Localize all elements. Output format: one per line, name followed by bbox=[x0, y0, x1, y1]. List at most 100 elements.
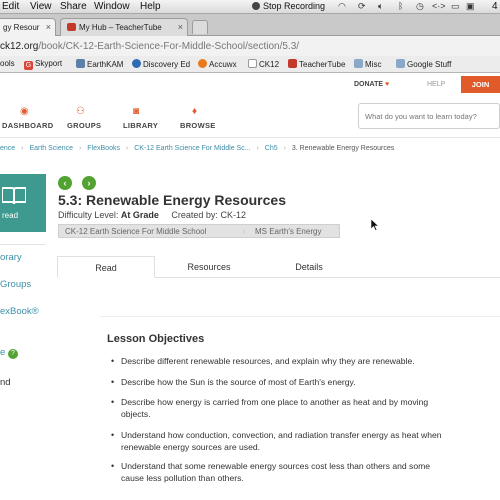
list-item: • Describe how energy is carried from one… bbox=[111, 397, 429, 419]
breadcrumb-item[interactable]: CK-12 Earth Science For Middle Sc... bbox=[134, 145, 250, 152]
divider bbox=[0, 244, 46, 245]
browse-icon: ♦ bbox=[192, 106, 198, 117]
battery-icon[interactable]: ▭ bbox=[451, 1, 460, 12]
groups-icon: ⚇ bbox=[76, 106, 85, 117]
breadcrumb-current: 3. Renewable Energy Resources bbox=[291, 145, 395, 152]
list-item: • Describe different renewable resources,… bbox=[111, 356, 415, 366]
bullet: • bbox=[111, 377, 115, 387]
teachertube-icon bbox=[67, 23, 76, 31]
browser-tab-teachertube[interactable]: My Hub – TeacherTube × bbox=[60, 18, 188, 36]
breadcrumb-item[interactable]: Earth Science bbox=[29, 145, 73, 152]
nav-groups[interactable]: GROUPS bbox=[67, 121, 101, 130]
search-input[interactable] bbox=[358, 103, 500, 129]
teachertube-icon bbox=[288, 59, 297, 68]
tab-details[interactable]: Details bbox=[261, 256, 357, 278]
tag-book[interactable]: CK-12 Earth Science For Middle School bbox=[65, 227, 206, 236]
menu-help[interactable]: Help bbox=[140, 1, 161, 12]
folder-icon bbox=[396, 59, 405, 68]
url-path: /book/CK-12-Earth-Science-For-Middle-Sch… bbox=[38, 41, 300, 52]
difficulty-label: Difficulty Level: bbox=[58, 210, 119, 220]
help-icon: ? bbox=[7, 349, 18, 359]
bookmark-earthkam[interactable]: EarthKAM bbox=[76, 59, 123, 69]
bookmark-teachertube[interactable]: TeacherTube bbox=[288, 59, 345, 69]
new-tab-button[interactable] bbox=[192, 20, 208, 34]
bookmark-tools[interactable]: ools bbox=[0, 59, 15, 68]
sidebar-flexbook-link[interactable]: exBook® bbox=[0, 306, 39, 317]
tag-separator: › bbox=[243, 227, 246, 236]
close-icon[interactable]: × bbox=[178, 22, 183, 32]
g-icon: G bbox=[24, 61, 33, 70]
sync-icon[interactable]: ⟳ bbox=[358, 1, 366, 12]
bookmark-misc[interactable]: Misc bbox=[354, 59, 381, 69]
timemachine-icon[interactable]: ◷ bbox=[416, 1, 424, 12]
read-label: read bbox=[2, 211, 19, 220]
nav-library[interactable]: LIBRARY bbox=[123, 121, 158, 130]
tab-resources[interactable]: Resources bbox=[161, 256, 257, 278]
breadcrumb-separator: › bbox=[21, 145, 24, 152]
tag-topic[interactable]: MS Earth's Energy bbox=[255, 227, 321, 236]
next-arrow-icon[interactable]: › bbox=[82, 176, 96, 190]
breadcrumb: ence › Earth Science › FlexBooks › CK-12… bbox=[0, 145, 394, 152]
weather-icon bbox=[198, 59, 207, 68]
volume-icon[interactable]: 🔈︎ bbox=[378, 1, 383, 12]
bookmark-google-stuff[interactable]: Google Stuff bbox=[396, 59, 451, 69]
breadcrumb-separator: › bbox=[256, 145, 259, 152]
stop-recording-label[interactable]: Stop Recording bbox=[263, 1, 325, 11]
menu-window[interactable]: Window bbox=[94, 1, 130, 12]
flag-icon[interactable]: ▣ bbox=[466, 1, 475, 12]
wifi-icon[interactable]: ◠ bbox=[338, 1, 346, 12]
help-link[interactable]: HELP bbox=[427, 81, 445, 88]
menu-view[interactable]: View bbox=[30, 1, 52, 12]
read-book-button[interactable]: read bbox=[0, 174, 46, 232]
browser-tab-strip: gy Resour × My Hub – TeacherTube × bbox=[0, 14, 500, 36]
address-bar[interactable]: ck12.org/book/CK-12-Earth-Science-For-Mi… bbox=[0, 36, 500, 56]
clock[interactable]: 4 bbox=[492, 1, 498, 12]
url-host: ck12.org bbox=[0, 41, 39, 52]
tab-title: My Hub – TeacherTube bbox=[79, 23, 162, 32]
bookmark-accuwx[interactable]: Accuwx bbox=[198, 59, 237, 69]
bookmark-ck12[interactable]: CK12 bbox=[248, 59, 279, 69]
objectives-heading: Lesson Objectives bbox=[107, 333, 205, 345]
browser-tab-active[interactable]: gy Resour × bbox=[0, 18, 56, 36]
list-item: • Understand that some renewable energy s… bbox=[111, 461, 431, 483]
tag-list: CK-12 Earth Science For Middle School › … bbox=[58, 224, 340, 238]
breadcrumb-item[interactable]: FlexBooks bbox=[87, 145, 120, 152]
tab-read[interactable]: Read bbox=[57, 256, 155, 278]
donate-link[interactable]: DONATE ♥ bbox=[354, 81, 389, 88]
close-icon[interactable]: × bbox=[46, 22, 51, 32]
created-by-label: Created by: bbox=[171, 210, 218, 220]
breadcrumb-separator: › bbox=[283, 145, 286, 152]
bookmark-discovery-ed[interactable]: Discovery Ed bbox=[132, 59, 190, 69]
menu-bar: Edit View Share Window Help Stop Recordi… bbox=[0, 0, 500, 14]
bluetooth-icon[interactable]: ᛒ bbox=[398, 1, 403, 11]
dashboard-icon: ◉ bbox=[20, 106, 29, 117]
menu-share[interactable]: Share bbox=[60, 1, 87, 12]
list-item: • Understand how conduction, convection, … bbox=[111, 430, 442, 452]
breadcrumb-separator: › bbox=[78, 145, 82, 152]
nav-dashboard[interactable]: DASHBOARD bbox=[2, 121, 53, 130]
sidebar-groups-link[interactable]: Groups bbox=[0, 279, 31, 290]
sidebar-link[interactable]: e ? bbox=[0, 347, 18, 359]
bookmark-skyport[interactable]: G Skyport bbox=[24, 59, 62, 70]
menu-edit[interactable]: Edit bbox=[2, 1, 19, 12]
previous-arrow-icon[interactable]: ‹ bbox=[58, 176, 72, 190]
bullet: • bbox=[111, 356, 115, 366]
breadcrumb-item[interactable]: ence bbox=[0, 145, 15, 152]
breadcrumb-item[interactable]: Ch5 bbox=[265, 145, 278, 152]
mouse-cursor-icon bbox=[371, 219, 379, 231]
site-main-nav: ◉ DASHBOARD ⚇ GROUPS ◙ LIBRARY ♦ BROWSE bbox=[0, 98, 500, 138]
bookmarks-bar: ools G Skyport EarthKAM Discovery Ed Accu… bbox=[0, 56, 500, 73]
page-title: 5.3: Renewable Energy Resources bbox=[58, 192, 286, 208]
sidebar-library-link[interactable]: orary bbox=[0, 252, 22, 263]
bullet: • bbox=[111, 461, 115, 471]
breadcrumb-separator: › bbox=[125, 145, 129, 152]
join-button[interactable]: JOIN bbox=[461, 76, 500, 93]
url-field[interactable]: ck12.org/book/CK-12-Earth-Science-For-Mi… bbox=[0, 41, 299, 52]
record-icon[interactable] bbox=[252, 2, 260, 10]
code-icon[interactable]: <·> bbox=[432, 1, 446, 11]
bullet: • bbox=[111, 397, 115, 407]
globe-icon bbox=[132, 59, 141, 68]
sidebar-text: nd bbox=[0, 377, 11, 388]
tab-title: gy Resour bbox=[3, 23, 40, 32]
nav-browse[interactable]: BROWSE bbox=[180, 121, 216, 130]
